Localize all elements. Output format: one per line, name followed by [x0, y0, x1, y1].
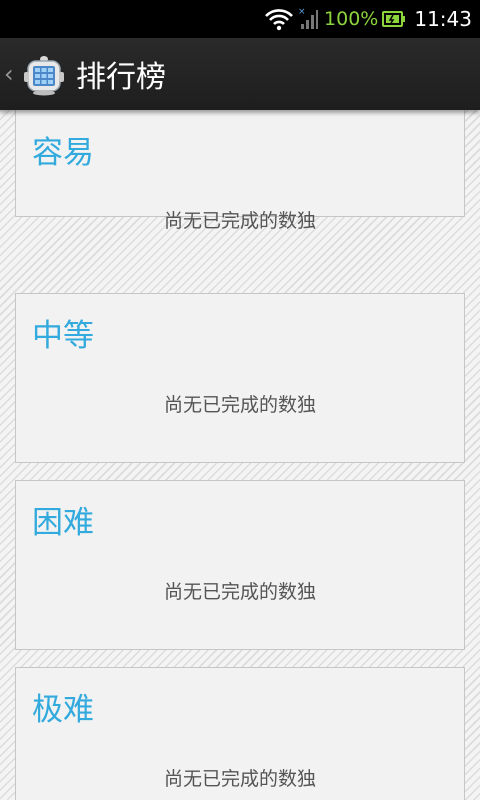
leaderboard-card-hard: 困难 尚无已完成的数独: [15, 480, 465, 650]
signal-icon: ×: [298, 7, 319, 31]
empty-message: 尚无已完成的数独: [163, 581, 316, 603]
svg-text:×: ×: [298, 7, 306, 17]
empty-message: 尚无已完成的数独: [163, 210, 316, 232]
empty-message: 尚无已完成的数独: [163, 394, 316, 416]
app-icon[interactable]: [22, 52, 66, 96]
card-title: 困难: [32, 505, 94, 541]
card-title: 容易: [32, 135, 94, 171]
leaderboard-card-medium: 中等 尚无已完成的数独: [15, 293, 465, 463]
leaderboard-card-expert: 极难 尚无已完成的数独: [15, 667, 465, 800]
wifi-icon: [264, 7, 294, 31]
empty-message: 尚无已完成的数独: [163, 768, 316, 790]
leaderboard-card-easy: 容易 尚无已完成的数独: [15, 110, 465, 232]
action-bar: ‹ 排行榜: [0, 38, 480, 110]
battery-percent: 100%: [324, 8, 379, 30]
battery-charging-icon: [382, 10, 406, 28]
leaderboard-list[interactable]: 容易 尚无已完成的数独 中等 尚无已完成的数独 困难 尚无已完成的数独 极难 尚…: [0, 110, 480, 800]
page-title: 排行榜: [76, 60, 166, 95]
status-bar: × 100% 11:43: [0, 0, 480, 38]
card-title: 中等: [32, 318, 94, 354]
back-chevron-icon[interactable]: ‹: [4, 60, 18, 88]
card-title: 极难: [32, 692, 94, 728]
clock: 11:43: [414, 7, 472, 31]
